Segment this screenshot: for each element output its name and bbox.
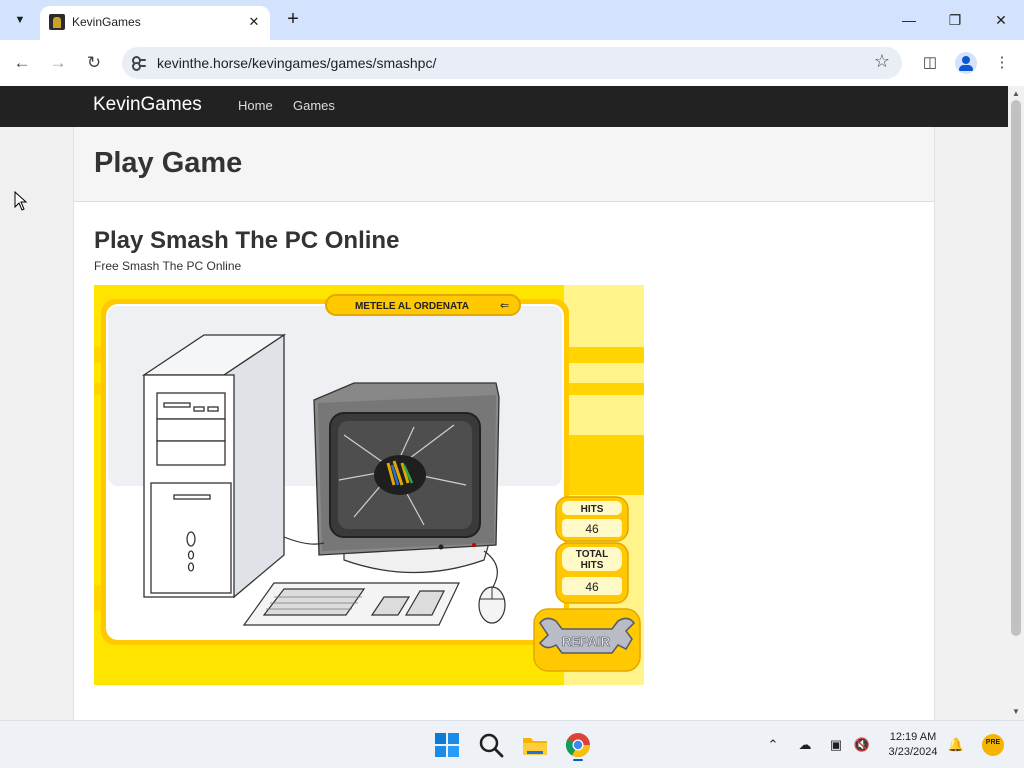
tab-search-chevron-icon[interactable]: ▼ xyxy=(8,8,32,32)
new-tab-plus-icon[interactable]: + xyxy=(281,8,305,32)
insider-preview-badge-icon[interactable]: PRE xyxy=(982,734,1004,756)
notification-bell-icon[interactable]: 🔔 xyxy=(947,736,965,754)
site-favicon-icon xyxy=(49,14,65,30)
page-title: Play Game xyxy=(94,147,243,179)
browser-toolbar: ← → ↻ kevinthe.horse/kevingames/games/sm… xyxy=(0,40,1024,86)
site-navbar: KevinGames Home Games xyxy=(0,86,1008,127)
site-info-tune-icon[interactable] xyxy=(130,54,148,72)
mouse-cursor-icon xyxy=(14,191,28,211)
display-icon[interactable]: ▣ xyxy=(827,736,845,754)
scroll-down-arrow-icon[interactable]: ▼ xyxy=(1008,706,1024,718)
address-bar[interactable]: kevinthe.horse/kevingames/games/smashpc/… xyxy=(122,47,902,79)
reload-icon[interactable]: ↻ xyxy=(82,51,106,75)
url-text: kevinthe.horse/kevingames/games/smashpc/ xyxy=(157,55,437,71)
restore-icon[interactable]: ❐ xyxy=(940,6,970,34)
tab-strip: ▼ KevinGames ✕ + — ❐ ✕ xyxy=(0,0,1024,40)
total-hits-counter: TOTAL HITS 46 xyxy=(555,542,629,604)
clock-time: 12:19 AM xyxy=(889,731,937,743)
svg-text:HITS: HITS xyxy=(581,504,604,515)
onedrive-offline-icon[interactable]: ☁ xyxy=(796,736,814,754)
svg-text:46: 46 xyxy=(585,580,599,594)
tray-chevron-up-icon[interactable]: ⌃ xyxy=(764,736,782,754)
system-clock[interactable]: 12:19 AM 3/23/2024 xyxy=(880,730,946,760)
site-brand-link[interactable]: KevinGames xyxy=(93,94,202,116)
game-subtitle: Free Smash The PC Online xyxy=(94,259,242,273)
tab-close-icon[interactable]: ✕ xyxy=(246,14,262,30)
menu-kebab-icon[interactable]: ⋮ xyxy=(990,51,1014,75)
scroll-up-arrow-icon[interactable]: ▲ xyxy=(1008,88,1024,100)
hits-counter: HITS 46 xyxy=(555,496,629,542)
repair-button[interactable]: REPAIR xyxy=(533,608,641,672)
close-window-icon[interactable]: ✕ xyxy=(986,6,1016,34)
content-container: Play Game Play Smash The PC Online Free … xyxy=(73,127,935,720)
page-scrollbar[interactable]: ▲ ▼ xyxy=(1008,86,1024,720)
smash-pc-game[interactable]: METELE AL ORDENATA ⇐ HITS 46 TOTAL HITS … xyxy=(94,285,644,685)
game-banner: METELE AL ORDENATA ⇐ xyxy=(325,294,521,316)
pc-tower[interactable] xyxy=(141,333,287,599)
nav-link-home[interactable]: Home xyxy=(238,98,273,113)
tab-title: KevinGames xyxy=(72,15,141,29)
svg-text:⇐: ⇐ xyxy=(500,299,509,312)
page-header: Play Game xyxy=(74,127,934,202)
mouse[interactable] xyxy=(478,586,506,624)
forward-arrow-icon[interactable]: → xyxy=(46,51,70,75)
chrome-icon[interactable] xyxy=(562,729,594,761)
browser-tab[interactable]: KevinGames ✕ xyxy=(40,6,270,40)
game-title: Play Smash The PC Online xyxy=(94,227,400,254)
back-arrow-icon[interactable]: ← xyxy=(10,51,34,75)
nav-link-games[interactable]: Games xyxy=(293,98,335,113)
windows-start-icon[interactable] xyxy=(431,729,463,761)
minimize-icon[interactable]: — xyxy=(894,6,924,34)
search-icon[interactable] xyxy=(475,729,507,761)
volume-muted-icon[interactable]: 🔇 xyxy=(853,736,871,754)
bookmark-star-icon[interactable]: ☆ xyxy=(874,51,890,72)
side-panel-icon[interactable]: ◫ xyxy=(918,51,942,75)
scroll-thumb[interactable] xyxy=(1011,100,1021,636)
windows-taskbar: ⌃ ☁ ▣ 🔇 12:19 AM 3/23/2024 🔔 PRE xyxy=(0,720,1024,768)
svg-text:REPAIR: REPAIR xyxy=(562,634,611,649)
svg-text:METELE AL ORDENATA: METELE AL ORDENATA xyxy=(355,301,469,312)
keyboard[interactable] xyxy=(242,582,460,626)
svg-text:TOTAL: TOTAL xyxy=(576,549,608,560)
broken-monitor[interactable] xyxy=(313,382,500,574)
page-viewport: KevinGames Home Games Play Game Play Sma… xyxy=(0,86,1008,720)
profile-avatar-icon[interactable] xyxy=(955,52,977,74)
clock-date: 3/23/2024 xyxy=(888,746,938,758)
svg-text:46: 46 xyxy=(585,522,599,536)
svg-text:HITS: HITS xyxy=(581,560,604,571)
file-explorer-icon[interactable] xyxy=(519,729,551,761)
